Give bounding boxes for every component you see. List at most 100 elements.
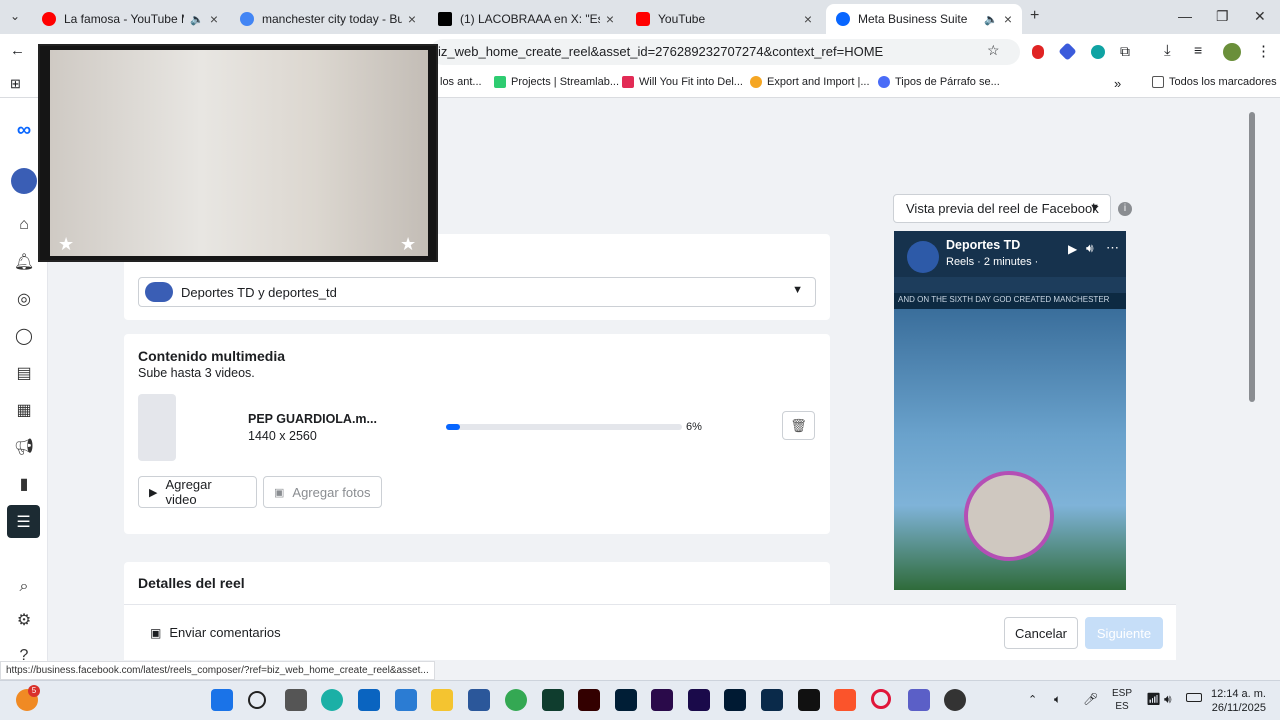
store-icon[interactable] xyxy=(395,689,417,711)
tab-x[interactable]: (1) LACOBRAAA en X: "Este partido × xyxy=(428,4,624,34)
info-icon[interactable]: i xyxy=(1118,202,1132,216)
tab-youtube-music[interactable]: La famosa - YouTube Music 🔈 × xyxy=(32,4,228,34)
apps-grid-icon[interactable]: ⊞ xyxy=(10,76,21,92)
all-bookmarks[interactable]: Todos los marcadores xyxy=(1152,76,1277,88)
audition-icon[interactable] xyxy=(542,689,564,711)
star-icon: ★ xyxy=(400,234,417,254)
wifi-icon[interactable]: 📶︎ xyxy=(1146,692,1161,706)
restore-icon[interactable]: ❐ xyxy=(1216,8,1229,25)
photoshop-icon[interactable] xyxy=(615,689,637,711)
media-control-icon[interactable]: ≡ xyxy=(1194,42,1202,58)
pages-icon[interactable]: ▤ xyxy=(12,361,36,385)
home-icon[interactable]: ⌂ xyxy=(12,213,36,237)
tab-google-search[interactable]: manchester city today - Buscar × xyxy=(230,4,426,34)
close-icon[interactable]: × xyxy=(804,11,812,27)
add-photos-button[interactable]: ▣ Agregar fotos xyxy=(263,476,382,508)
account-selector[interactable]: Deportes TD y deportes_td ▼ xyxy=(138,277,816,307)
megaphone-icon[interactable]: 📢︎ xyxy=(12,435,36,459)
scrollbar-thumb[interactable] xyxy=(1249,112,1255,402)
bookmark-label: Will You Fit into Del... xyxy=(639,76,743,88)
kebab-menu-icon[interactable]: ⋮ xyxy=(1256,42,1271,60)
extension-teal-icon[interactable] xyxy=(1091,45,1105,59)
tab-search-icon[interactable]: ⌄ xyxy=(10,9,20,23)
close-icon[interactable]: × xyxy=(408,11,416,27)
streamlabs-icon xyxy=(494,76,506,88)
meta-logo-icon[interactable]: ∞ xyxy=(12,118,36,142)
new-tab-icon[interactable]: + xyxy=(1030,7,1039,25)
close-icon[interactable]: × xyxy=(210,11,218,27)
next-button[interactable]: Siguiente xyxy=(1085,617,1163,649)
outlook-icon[interactable] xyxy=(358,689,380,711)
bookmark-item[interactable]: Tipos de Párrafo se... xyxy=(878,76,1000,88)
tray-chevron-icon[interactable]: ⌃ xyxy=(1028,693,1037,706)
feedback-link[interactable]: ▣ Enviar comentarios xyxy=(150,625,281,640)
battery-icon[interactable] xyxy=(1186,693,1202,702)
scrollbar[interactable] xyxy=(1248,98,1256,680)
bookmark-item[interactable]: Projects | Streamlab... xyxy=(494,76,619,88)
language-indicator[interactable]: ESP ES xyxy=(1112,687,1132,713)
obs-icon[interactable] xyxy=(944,689,966,711)
close-icon[interactable]: × xyxy=(606,11,614,27)
close-window-icon[interactable]: ✕ xyxy=(1254,8,1266,25)
menu-icon[interactable]: ☰ xyxy=(7,505,40,538)
search-icon[interactable]: ⌕ xyxy=(12,575,36,599)
profile-avatar-icon[interactable] xyxy=(11,168,37,194)
task-view-icon[interactable] xyxy=(285,689,307,711)
volume-tray-icon[interactable]: 🔊︎ xyxy=(1164,692,1172,707)
extension-blue-icon[interactable] xyxy=(1058,42,1077,61)
start-icon[interactable] xyxy=(211,689,233,711)
capcut-icon[interactable] xyxy=(798,689,820,711)
speaker-tray-icon[interactable]: 🔈︎ xyxy=(1054,692,1061,707)
table-icon[interactable]: ▦ xyxy=(12,398,36,422)
bookmark-label: Todos los marcadores xyxy=(1169,76,1277,88)
chart-icon[interactable]: ▮ xyxy=(12,472,36,496)
profile-icon[interactable] xyxy=(1223,43,1241,61)
edge-icon[interactable] xyxy=(321,689,343,711)
illustrator-icon[interactable] xyxy=(578,689,600,711)
tab-youtube[interactable]: YouTube × xyxy=(626,4,822,34)
minimize-icon[interactable]: — xyxy=(1178,8,1192,24)
tab-meta-business-suite[interactable]: Meta Business Suite 🔈 × xyxy=(826,4,1022,34)
preview-banner: AND ON THE SIXTH DAY GOD CREATED MANCHES… xyxy=(894,293,1126,309)
video-thumbnail xyxy=(138,394,176,461)
bookmark-globe-icon xyxy=(878,76,890,88)
bookmark-item[interactable]: Export and Import |... xyxy=(750,76,870,88)
clock[interactable]: 12:14 a. m. 26/11/2025 xyxy=(1210,687,1266,715)
volume-icon[interactable]: 🔊︎ xyxy=(1086,241,1094,256)
premiere-icon[interactable] xyxy=(651,689,673,711)
bookmark-star-icon[interactable]: ☆ xyxy=(987,42,1000,59)
audio-icon[interactable]: 🔈 xyxy=(190,13,204,26)
opera-icon[interactable] xyxy=(871,689,891,709)
compass-icon[interactable]: ◎ xyxy=(12,287,36,311)
mic-icon[interactable]: 🎤︎ xyxy=(1083,692,1098,706)
file-explorer-icon[interactable] xyxy=(431,689,453,711)
chrome-icon[interactable] xyxy=(505,689,527,711)
add-video-button[interactable]: ▶ Agregar video xyxy=(138,476,257,508)
url-field[interactable]: iz_web_home_create_reel&asset_id=2762892… xyxy=(430,39,1020,65)
bookmark-item[interactable]: Will You Fit into Del... xyxy=(622,76,743,88)
gear-icon[interactable]: ⚙ xyxy=(12,608,36,632)
back-icon[interactable]: ← xyxy=(10,42,25,59)
bookmark-item[interactable]: los ant... xyxy=(440,76,482,88)
audio-icon[interactable]: 🔈 xyxy=(984,13,998,26)
extension-red-icon[interactable] xyxy=(1032,45,1044,59)
more-options-icon[interactable]: ⋯ xyxy=(1106,240,1119,256)
brave-icon[interactable] xyxy=(834,689,856,711)
more-bookmarks-icon[interactable]: » xyxy=(1114,76,1121,91)
download-icon[interactable]: ⤓ xyxy=(1164,42,1171,59)
photoshop-2-icon[interactable] xyxy=(761,689,783,711)
chat-icon[interactable]: ◯ xyxy=(12,324,36,348)
search-taskbar-icon[interactable] xyxy=(248,691,266,709)
preview-dropdown[interactable]: Vista previa del reel de Facebook ▼ xyxy=(893,194,1111,223)
preview-page-name: Deportes TD xyxy=(946,238,1021,252)
play-icon[interactable]: ▶ xyxy=(1068,242,1077,256)
teams-icon[interactable] xyxy=(908,689,930,711)
after-effects-icon[interactable] xyxy=(688,689,710,711)
cancel-button[interactable]: Cancelar xyxy=(1004,617,1078,649)
bell-icon[interactable]: 🔔︎ xyxy=(12,250,36,274)
word-icon[interactable] xyxy=(468,689,490,711)
delete-button[interactable]: 🗑︎ xyxy=(782,411,815,440)
extensions-puzzle-icon[interactable]: ⧉ xyxy=(1120,43,1130,60)
close-icon[interactable]: × xyxy=(1004,11,1012,27)
lightroom-icon[interactable] xyxy=(724,689,746,711)
